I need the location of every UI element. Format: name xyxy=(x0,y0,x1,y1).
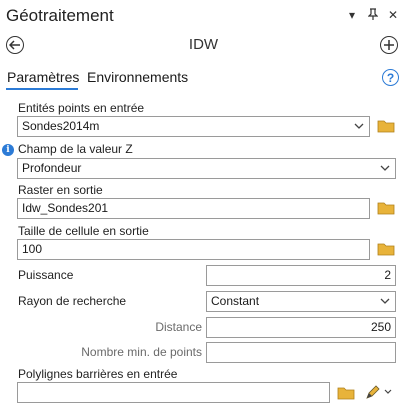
folder-icon[interactable] xyxy=(377,242,395,256)
search-radius-label: Rayon de recherche xyxy=(18,294,127,308)
close-icon[interactable]: ✕ xyxy=(388,8,398,22)
pin-icon[interactable] xyxy=(367,8,379,23)
info-icon[interactable]: i xyxy=(2,144,14,156)
min-points-field[interactable] xyxy=(206,342,396,363)
panel-menu-chevron-icon[interactable]: ▾ xyxy=(349,8,355,22)
chevron-down-icon[interactable] xyxy=(380,164,390,172)
folder-icon[interactable] xyxy=(377,119,395,133)
add-icon[interactable] xyxy=(380,36,398,54)
folder-icon[interactable] xyxy=(337,386,355,400)
help-icon[interactable]: ? xyxy=(382,69,399,86)
barrier-polylines-label: Polylignes barrières en entrée xyxy=(18,367,178,381)
chevron-down-icon[interactable] xyxy=(380,297,390,305)
folder-icon[interactable] xyxy=(377,201,395,215)
tool-title: IDW xyxy=(188,36,219,53)
barrier-polylines-field[interactable] xyxy=(17,382,330,403)
min-points-label: Nombre min. de points xyxy=(81,345,202,359)
input-points-label: Entités points en entrée xyxy=(18,101,145,115)
cell-size-label: Taille de cellule en sortie xyxy=(18,224,149,238)
z-field-select[interactable]: Profondeur xyxy=(17,158,396,179)
output-raster-value: Idw_Sondes201 xyxy=(22,201,109,215)
power-field[interactable]: 2 xyxy=(206,265,396,286)
chevron-down-icon[interactable] xyxy=(354,122,364,130)
active-tab-indicator xyxy=(6,88,78,90)
cell-size-field[interactable]: 100 xyxy=(17,239,370,260)
output-raster-field[interactable]: Idw_Sondes201 xyxy=(17,198,370,219)
tab-environments[interactable]: Environnements xyxy=(87,69,188,85)
search-radius-value: Constant xyxy=(211,294,260,308)
input-points-value: Sondes2014m xyxy=(22,119,100,133)
edit-pencil-icon[interactable] xyxy=(364,383,380,401)
input-points-field[interactable]: Sondes2014m xyxy=(17,116,370,137)
distance-field[interactable]: 250 xyxy=(206,317,396,338)
output-raster-label: Raster en sortie xyxy=(18,183,103,197)
panel-title: Géotraitement xyxy=(6,6,114,25)
chevron-down-icon[interactable] xyxy=(384,389,392,395)
z-field-value: Profondeur xyxy=(22,161,82,175)
tab-parameters[interactable]: Paramètres xyxy=(7,69,79,85)
cell-size-value: 100 xyxy=(22,242,43,256)
search-radius-select[interactable]: Constant xyxy=(206,291,396,312)
z-field-label: Champ de la valeur Z xyxy=(18,142,133,156)
distance-label: Distance xyxy=(155,320,202,334)
power-label: Puissance xyxy=(18,268,74,282)
